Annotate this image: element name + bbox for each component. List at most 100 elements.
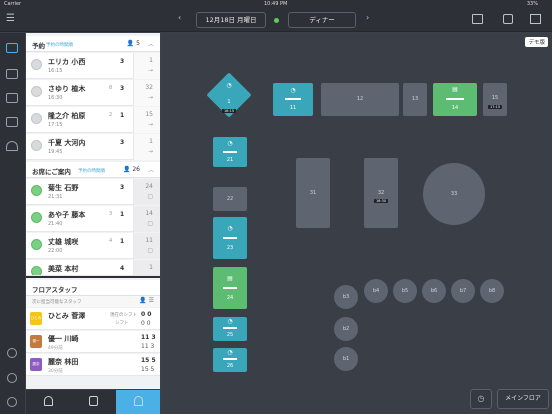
order-icon: ▤ [227, 275, 233, 282]
progress-bar [223, 151, 237, 153]
tab-book[interactable] [71, 390, 115, 414]
table-15[interactable]: 15 17:15 [483, 83, 507, 116]
table-24[interactable]: ▤ 24 [213, 267, 247, 309]
table-12[interactable]: 12 [321, 83, 399, 116]
table-b2[interactable]: b2 [334, 317, 358, 341]
table-b4[interactable]: b4 [364, 279, 388, 303]
staff-badge: 優一 [30, 335, 42, 348]
staff-row[interactable]: ひとみ ひとみ 菅澤 現在のシフト シフト 0 0 0 0 [26, 308, 160, 330]
table-b5[interactable]: b5 [393, 279, 417, 303]
progress-bar [446, 98, 464, 100]
info-icon[interactable] [7, 373, 17, 383]
meal-selector[interactable]: ディナー [288, 12, 356, 28]
guest-avatar [31, 185, 42, 196]
guest-avatar [31, 140, 42, 151]
tab-service[interactable] [116, 390, 160, 414]
demo-badge: デモ版 [525, 37, 548, 47]
service-icon [134, 396, 143, 406]
table-b1[interactable]: b1 [334, 347, 358, 371]
floor-staff-subheader: 次に担当可能なスタッフ 👤 ☰ [26, 296, 160, 307]
reservations-header[interactable]: 予約 予約の時間順 👤 5 ︿ [26, 36, 160, 52]
list-item[interactable]: さゆり 植木 16:30 8 3 32 → [26, 80, 160, 106]
table-26[interactable]: ◔ 26 [213, 348, 247, 372]
progress-bar [223, 358, 237, 360]
book-icon[interactable] [530, 14, 541, 24]
floor-plan-icon[interactable] [6, 43, 18, 53]
collapse-icon[interactable]: ︿ [148, 39, 154, 48]
guest-avatar [31, 113, 42, 124]
seated-title: お席にご案内 [32, 168, 71, 176]
bell-icon [44, 396, 53, 406]
table-11[interactable]: ◔ 11 [273, 83, 313, 116]
list-item[interactable]: 千夏 大河内 19:45 3 1 → [26, 134, 160, 160]
list-item[interactable]: 丈雄 城咲 22:00 4 1 11 ▢ [26, 233, 160, 259]
carrier-label: Carrier [4, 1, 22, 7]
date-selector[interactable]: 12月18日 月曜日 [196, 12, 266, 28]
side-panel: 予約 予約の時間順 👤 5 ︿ エリカ 小西 16:15 3 1 → さゆり 植木… [26, 33, 160, 389]
staff-icons: 👤 ☰ [139, 297, 154, 304]
panel-divider[interactable] [26, 276, 160, 278]
floor-staff-header: フロアスタッフ [26, 280, 160, 296]
status-bar: Carrier 10:49 PM 33% [0, 0, 552, 9]
staff-row[interactable]: 優一 優一 川崎 49分前 11 3 11 3 [26, 331, 160, 353]
clock-button[interactable]: ◷ [470, 389, 492, 409]
power-icon[interactable] [7, 397, 17, 407]
progress-bar [285, 98, 301, 100]
guest-avatar [31, 212, 42, 223]
settings-icon[interactable] [7, 348, 17, 358]
list-item[interactable]: 菊生 石野 21:31 3 24 ▢ [26, 179, 160, 205]
waiter-icon: ◔ [227, 318, 233, 325]
top-bar: ☰ ‹ 12月18日 月曜日 ディナー › [0, 9, 552, 32]
table-25[interactable]: ◔ 25 [213, 317, 247, 341]
status-icon: ▢ [147, 193, 153, 200]
tab-notifications[interactable] [26, 390, 70, 414]
status-dot-icon [274, 18, 279, 23]
status-icon: ▢ [147, 247, 153, 254]
staff-row[interactable]: 麗奈 麗奈 林田 30分前 15 5 15 5 [26, 354, 160, 376]
list-item[interactable]: 美菜 本村 4 1 [26, 260, 160, 276]
clock-label: 10:49 PM [264, 1, 288, 7]
reservations-sort[interactable]: 予約の時間順 [46, 42, 73, 48]
table-b7[interactable]: b7 [451, 279, 475, 303]
progress-bar [223, 287, 237, 289]
device-icon[interactable] [503, 14, 513, 24]
table-32[interactable]: 32 16:30 [364, 158, 398, 228]
table-b6[interactable]: b6 [422, 279, 446, 303]
main-floor-button[interactable]: メインフロア [497, 389, 549, 409]
list-item[interactable]: エリカ 小西 16:15 3 1 → [26, 53, 160, 79]
arrow-icon: → [147, 67, 153, 74]
service-icon[interactable] [6, 141, 18, 151]
menu-icon[interactable]: ☰ [6, 13, 15, 24]
table-b3[interactable]: b3 [334, 285, 358, 309]
status-icon: ▢ [147, 220, 153, 227]
table-21[interactable]: ◔ 21 [213, 137, 247, 167]
guest-avatar [31, 239, 42, 250]
table-13[interactable]: 13 [403, 83, 427, 116]
arrow-icon: → [147, 148, 153, 155]
guest-icon[interactable] [6, 117, 18, 127]
progress-bar [223, 327, 237, 329]
nav-rail [0, 33, 25, 414]
table-1-label-group: ◔ 1 16:15 [213, 79, 245, 113]
seated-sort[interactable]: 予約の時間順 [78, 168, 105, 174]
table-22[interactable]: 22 [213, 187, 247, 211]
table-23[interactable]: ◔ 23 [213, 217, 247, 259]
table-b8[interactable]: b8 [480, 279, 504, 303]
table-33[interactable]: 33 [423, 163, 485, 225]
next-day-icon[interactable]: › [366, 13, 369, 22]
list-icon[interactable] [6, 93, 18, 103]
reservations-count: 👤 5 [126, 40, 140, 47]
waiter-icon: ◔ [227, 140, 233, 147]
prev-day-icon[interactable]: ‹ [178, 13, 181, 22]
book-icon [89, 396, 98, 406]
collapse-icon[interactable]: ︿ [148, 165, 154, 174]
news-icon[interactable] [472, 14, 483, 24]
seated-header[interactable]: お席にご案内 予約の時間順 👤 26 ︿ [26, 162, 160, 178]
table-time-tag: 16:30 [373, 199, 389, 203]
list-item[interactable]: 隆之介 柏原 17:15 2 1 15 → [26, 107, 160, 133]
staff-badge: ひとみ [30, 312, 42, 325]
table-31[interactable]: 31 [296, 158, 330, 228]
list-item[interactable]: あや子 藤本 21:40 3 1 14 ▢ [26, 206, 160, 232]
seating-icon[interactable] [6, 69, 18, 79]
table-14[interactable]: ▤ 14 [433, 83, 477, 116]
